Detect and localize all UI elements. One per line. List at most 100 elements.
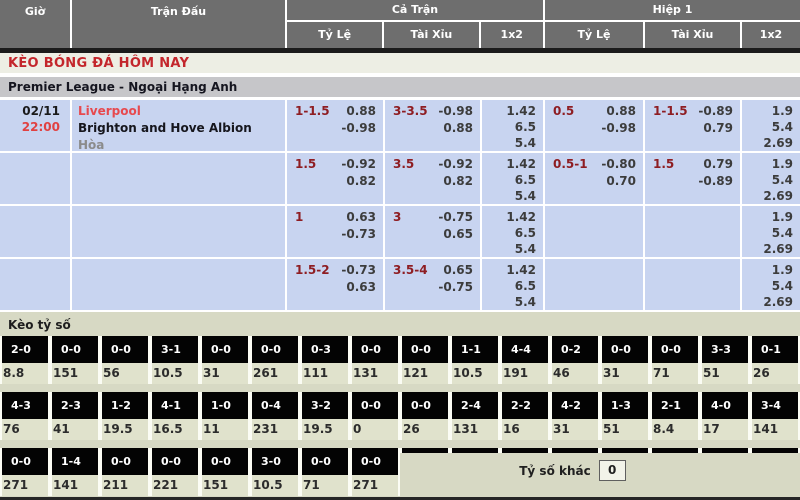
ft-handicap-odd-top[interactable]: -0.73 (341, 262, 376, 279)
score-cell[interactable]: 3-1 10.5 (150, 336, 200, 384)
ft-1x2-odd-1[interactable]: 1.42 (482, 156, 536, 172)
score-odd: 16 (502, 419, 548, 440)
ft-1x2-odd-2[interactable]: 6.5 (482, 119, 536, 135)
score-cell[interactable]: 0-0 151 (200, 448, 250, 496)
h1-1x2-odd-2[interactable]: 5.4 (742, 172, 793, 188)
cell-match (72, 153, 287, 204)
ft-overunder-odd-bottom[interactable]: 0.65 (443, 226, 473, 243)
score-cell[interactable]: 0-0 0 (350, 392, 400, 440)
score-cell[interactable]: 2-0 8.8 (0, 336, 50, 384)
score-cell[interactable]: 0-0 31 (200, 336, 250, 384)
score-cell[interactable]: 0-0 26 (400, 392, 450, 440)
ft-overunder-odd-top[interactable]: -0.98 (438, 103, 473, 120)
score-cell[interactable]: 1-4 141 (50, 448, 100, 496)
score-cell[interactable]: 0-0 31 (600, 336, 650, 384)
ft-handicap-odd-bottom[interactable]: 0.63 (346, 279, 376, 296)
score-cell[interactable]: 4-4 191 (500, 336, 550, 384)
ft-1x2-odd-2[interactable]: 6.5 (482, 225, 536, 241)
score-cell[interactable]: 0-0 56 (100, 336, 150, 384)
score-cell[interactable]: 2-2 16 (500, 392, 550, 440)
score-cell[interactable]: 0-0 71 (300, 448, 350, 496)
score-cell[interactable]: 1-2 19.5 (100, 392, 150, 440)
ft-overunder-odd-bottom[interactable]: -0.75 (438, 279, 473, 296)
header-h1-handicap: Tỷ Lệ (545, 22, 645, 48)
h1-1x2-odd-1[interactable]: 1.9 (742, 262, 793, 278)
ft-1x2-odd-3[interactable]: 5.4 (482, 135, 536, 151)
score-cell[interactable]: 0-0 271 (350, 448, 400, 496)
cell-match (72, 206, 287, 257)
ft-overunder-odd-top[interactable]: -0.92 (438, 156, 473, 173)
score-cell[interactable]: 3-4 141 (750, 392, 800, 440)
ft-1x2-odd-1[interactable]: 1.42 (482, 103, 536, 119)
score-cell[interactable]: 0-0 211 (100, 448, 150, 496)
ft-handicap-odd-top[interactable]: 0.88 (346, 103, 376, 120)
h1-overunder-odd-bottom[interactable]: -0.89 (698, 173, 733, 190)
score-cell[interactable]: 2-4 131 (450, 392, 500, 440)
h1-overunder-odd-top[interactable]: -0.89 (698, 103, 733, 120)
h1-1x2-odd-1[interactable]: 1.9 (742, 103, 793, 119)
score-box: 3-2 (302, 392, 348, 419)
score-cell[interactable]: 0-0 261 (250, 336, 300, 384)
home-team[interactable]: Liverpool (78, 103, 285, 120)
other-score-value[interactable]: 0 (599, 460, 626, 481)
h1-overunder-odd-top[interactable]: 0.79 (703, 156, 733, 173)
score-cell[interactable]: 0-0 221 (150, 448, 200, 496)
ft-1x2-odd-1[interactable]: 1.42 (482, 262, 536, 278)
h1-1x2-odd-1[interactable]: 1.9 (742, 209, 793, 225)
score-cell[interactable]: 0-3 111 (300, 336, 350, 384)
score-cell[interactable]: 3-2 19.5 (300, 392, 350, 440)
score-cell[interactable]: 1-3 51 (600, 392, 650, 440)
ft-handicap-odd-top[interactable]: -0.92 (341, 156, 376, 173)
ft-overunder-odd-bottom[interactable]: 0.82 (443, 173, 473, 190)
h1-1x2-odd-2[interactable]: 5.4 (742, 225, 793, 241)
ft-handicap-odd-top[interactable]: 0.63 (346, 209, 376, 226)
score-cell[interactable]: 0-0 271 (0, 448, 50, 496)
score-odd: 11 (202, 419, 248, 440)
h1-handicap-odd-bottom[interactable]: 0.70 (606, 173, 636, 190)
h1-1x2-odd-3[interactable]: 2.69 (742, 188, 793, 204)
score-box: 0-0 (352, 448, 398, 475)
h1-1x2-odd-3[interactable]: 2.69 (742, 135, 793, 151)
score-cell[interactable]: 0-1 26 (750, 336, 800, 384)
score-cell[interactable]: 0-0 131 (350, 336, 400, 384)
score-cell[interactable]: 2-1 8.4 (650, 392, 700, 440)
score-cell[interactable]: 1-0 11 (200, 392, 250, 440)
h1-1x2-odd-2[interactable]: 5.4 (742, 278, 793, 294)
ft-1x2-odd-3[interactable]: 5.4 (482, 294, 536, 310)
ft-1x2-odd-3[interactable]: 5.4 (482, 241, 536, 257)
score-box: 4-0 (702, 392, 748, 419)
score-cell[interactable]: 4-3 76 (0, 392, 50, 440)
ft-handicap-odd-bottom[interactable]: 0.82 (346, 173, 376, 190)
h1-overunder-odd-bottom[interactable]: 0.79 (703, 120, 733, 137)
score-cell[interactable]: 0-4 231 (250, 392, 300, 440)
h1-1x2-odd-3[interactable]: 2.69 (742, 294, 793, 310)
score-cell[interactable]: 0-0 151 (50, 336, 100, 384)
ft-1x2-odd-3[interactable]: 5.4 (482, 188, 536, 204)
h1-handicap-odd-bottom[interactable]: -0.98 (601, 120, 636, 137)
ft-overunder-odd-bottom[interactable]: 0.88 (443, 120, 473, 137)
ft-overunder-odd-top[interactable]: -0.75 (438, 209, 473, 226)
score-cell[interactable]: 3-3 51 (700, 336, 750, 384)
score-cell[interactable]: 1-1 10.5 (450, 336, 500, 384)
score-cell[interactable]: 0-2 46 (550, 336, 600, 384)
score-odd: 19.5 (102, 419, 148, 440)
h1-handicap-odd-top[interactable]: 0.88 (606, 103, 636, 120)
score-cell[interactable]: 0-0 121 (400, 336, 450, 384)
ft-1x2-odd-2[interactable]: 6.5 (482, 278, 536, 294)
score-cell[interactable]: 2-3 41 (50, 392, 100, 440)
score-cell[interactable]: 4-0 17 (700, 392, 750, 440)
score-cell[interactable]: 3-0 10.5 (250, 448, 300, 496)
score-cell[interactable]: 0-0 71 (650, 336, 700, 384)
ft-handicap-odd-bottom[interactable]: -0.73 (341, 226, 376, 243)
score-cell[interactable]: 4-2 31 (550, 392, 600, 440)
score-cell[interactable]: 4-1 16.5 (150, 392, 200, 440)
ft-1x2-odd-1[interactable]: 1.42 (482, 209, 536, 225)
ft-1x2-odd-2[interactable]: 6.5 (482, 172, 536, 188)
h1-1x2-odd-1[interactable]: 1.9 (742, 156, 793, 172)
ft-overunder-odd-top[interactable]: 0.65 (443, 262, 473, 279)
h1-1x2-odd-2[interactable]: 5.4 (742, 119, 793, 135)
score-odd: 10.5 (452, 363, 498, 384)
ft-handicap-odd-bottom[interactable]: -0.98 (341, 120, 376, 137)
h1-handicap-odd-top[interactable]: -0.80 (601, 156, 636, 173)
h1-1x2-odd-3[interactable]: 2.69 (742, 241, 793, 257)
